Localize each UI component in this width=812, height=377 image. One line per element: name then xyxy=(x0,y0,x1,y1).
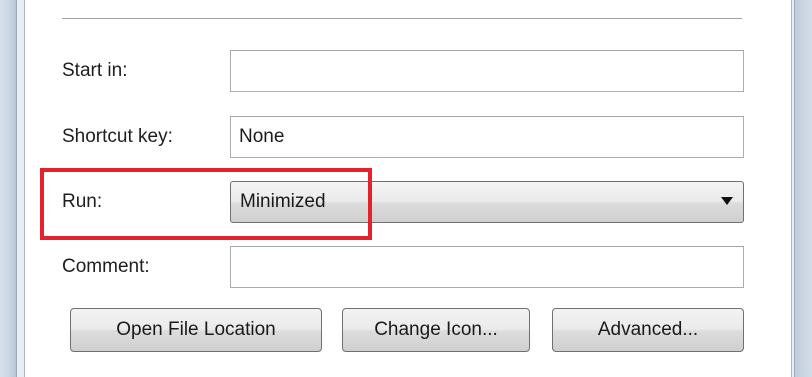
window-border-left xyxy=(0,0,17,377)
advanced-button[interactable]: Advanced... xyxy=(552,308,744,352)
open-file-location-button[interactable]: Open File Location xyxy=(70,308,322,352)
dropdown-arrow-icon[interactable] xyxy=(721,197,733,205)
window-border-right xyxy=(794,0,812,377)
change-icon-button[interactable]: Change Icon... xyxy=(342,308,530,352)
comment-label: Comment: xyxy=(62,256,150,277)
start-in-label: Start in: xyxy=(62,60,128,81)
highlight-annotation-box xyxy=(40,168,372,240)
shortcut-key-input[interactable]: None xyxy=(230,116,744,158)
shortcut-key-label: Shortcut key: xyxy=(62,126,173,147)
comment-input[interactable] xyxy=(230,246,744,288)
window-frame: Start in: Shortcut key: None Run: Minimi… xyxy=(0,0,812,377)
start-in-input[interactable] xyxy=(230,50,744,92)
separator-line xyxy=(62,18,742,20)
